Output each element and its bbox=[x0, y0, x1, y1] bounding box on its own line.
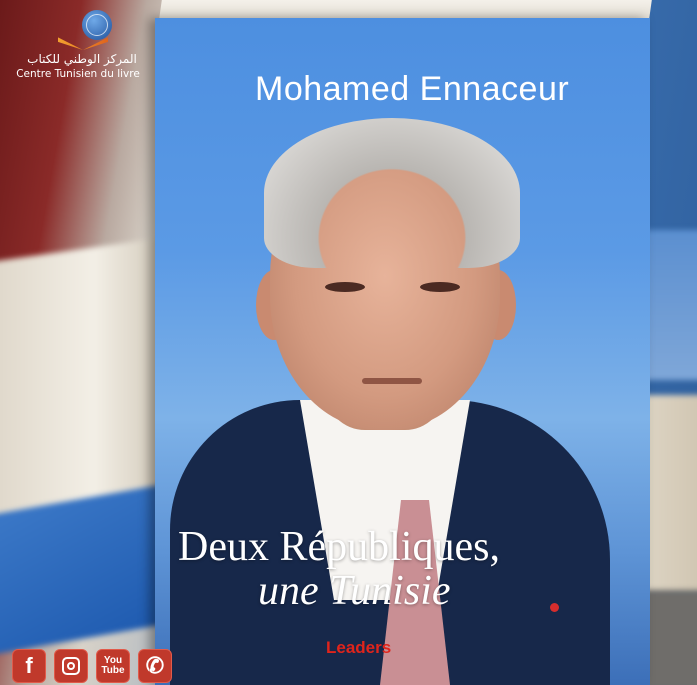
publisher-logo: Leaders bbox=[326, 638, 392, 657]
portrait-mouth bbox=[362, 378, 422, 384]
photo-background: Mohamed Ennaceur Deux Républiques, une T… bbox=[0, 0, 697, 685]
centre-tunisien-logo: المركز الوطني للكتاب Centre Tunisien du … bbox=[10, 4, 140, 84]
book-title-line2: une Tunisie bbox=[258, 568, 451, 614]
blurred-book-stack-left bbox=[0, 236, 170, 524]
youtube-icon[interactable]: You Tube bbox=[96, 649, 130, 683]
globe-icon bbox=[82, 10, 112, 40]
social-links: f You Tube ✆ bbox=[12, 649, 172, 683]
portrait-hair bbox=[264, 118, 520, 268]
phone-icon[interactable]: ✆ bbox=[138, 649, 172, 683]
logo-french-text: Centre Tunisien du livre bbox=[16, 68, 140, 80]
youtube-label-bottom: Tube bbox=[101, 665, 125, 676]
lapel-pin bbox=[550, 603, 559, 612]
portrait-eye-right bbox=[420, 282, 460, 292]
book-author: Mohamed Ennaceur bbox=[255, 70, 570, 108]
instagram-icon[interactable] bbox=[54, 649, 88, 683]
portrait-eye-left bbox=[325, 282, 365, 292]
book-title: Deux Républiques, une Tunisie bbox=[178, 525, 500, 613]
book-title-line1: Deux Républiques, bbox=[178, 524, 500, 570]
facebook-icon[interactable]: f bbox=[12, 649, 46, 683]
logo-arabic-text: المركز الوطني للكتاب bbox=[27, 52, 137, 66]
blurred-book-stack-left-bottom bbox=[0, 485, 160, 655]
